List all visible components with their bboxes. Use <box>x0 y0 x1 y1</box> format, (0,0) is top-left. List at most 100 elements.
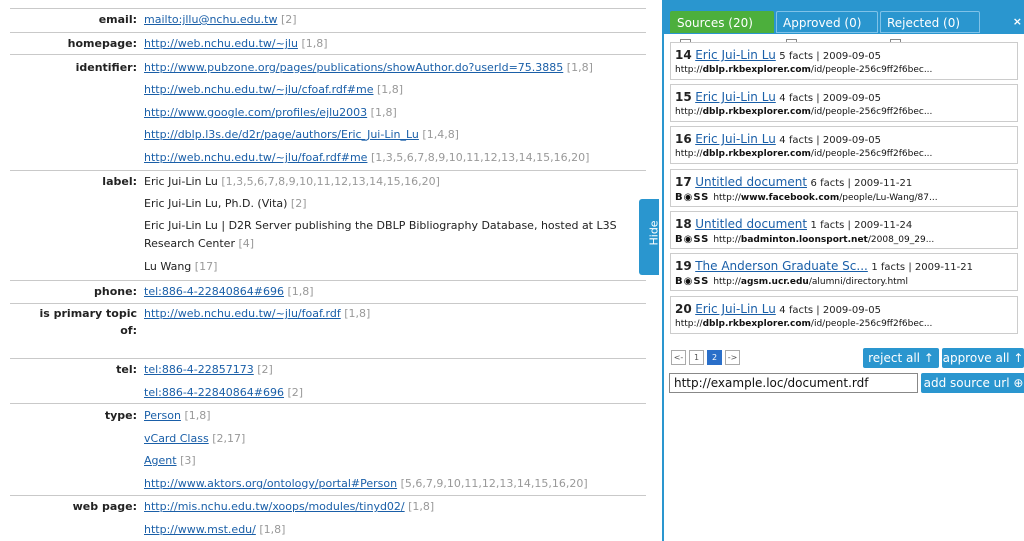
tab-rejected-label: Rejected <box>887 16 940 30</box>
source-title-link[interactable]: Eric Jui-Lin Lu <box>695 90 776 104</box>
type-link[interactable]: vCard Class <box>144 432 209 445</box>
row-tel: tel: tel:886-4-22857173 [2] tel:886-4-22… <box>10 358 646 404</box>
ref: [1,8] <box>287 285 314 298</box>
ref: [1,8] <box>259 523 286 536</box>
source-title-link[interactable]: Untitled document <box>695 175 807 189</box>
properties-table: email: mailto:jllu@nchu.edu.tw [2] homep… <box>0 0 660 541</box>
tel-key: tel: <box>116 363 137 376</box>
ref: [3] <box>180 454 196 467</box>
page-next-button[interactable]: -> <box>725 350 740 365</box>
source-item[interactable]: 19 The Anderson Graduate Sc... 1 facts |… <box>670 253 1018 291</box>
email-key: email: <box>98 13 137 26</box>
ref: [2] <box>257 363 273 376</box>
hide-label: Hide <box>647 220 661 246</box>
source-url: B◉SS http://www.facebook.com/people/Lu-Wa… <box>675 192 938 203</box>
sources-panel: Sources (20) Approved (0) Rejected (0) ×… <box>662 0 1024 541</box>
ref: [1,8] <box>566 61 593 74</box>
ref: [5,6,7,9,10,11,12,13,14,15,16,20] <box>400 477 588 490</box>
ref: [2,17] <box>212 432 246 445</box>
source-item[interactable]: 15 Eric Jui-Lin Lu 4 facts | 2009-09-05 … <box>670 84 1018 122</box>
tab-approved-label: Approved <box>783 16 841 30</box>
source-title-link[interactable]: The Anderson Graduate Sc... <box>695 259 868 273</box>
tab-sources[interactable]: Sources (20) <box>670 11 774 58</box>
web-page-key: web page: <box>72 500 137 513</box>
tab-sources-label: Sources <box>677 16 725 30</box>
ref: [1,8] <box>344 307 371 320</box>
panel-tab-bar: Sources (20) Approved (0) Rejected (0) × <box>664 0 1024 58</box>
source-item[interactable]: 16 Eric Jui-Lin Lu 4 facts | 2009-09-05 … <box>670 126 1018 164</box>
source-facts: 4 facts | 2009-09-05 <box>779 93 881 104</box>
row-identifier: identifier: http://www.pubzone.org/pages… <box>10 54 646 171</box>
source-url: http://dblp.rkbexplorer.com/id/people-25… <box>675 107 933 117</box>
identifier-link[interactable]: http://www.pubzone.org/pages/publication… <box>144 61 563 74</box>
source-facts: 1 facts | 2009-11-21 <box>871 262 973 273</box>
source-title-link[interactable]: Eric Jui-Lin Lu <box>695 132 776 146</box>
page-2-button[interactable]: 2 <box>707 350 722 365</box>
source-title-link[interactable]: Eric Jui-Lin Lu <box>695 302 776 316</box>
ref: [1,8] <box>370 106 397 119</box>
approve-all-button[interactable]: approve all ↑ <box>942 348 1024 368</box>
tab-approved[interactable]: Approved (0) <box>776 11 878 58</box>
source-item[interactable]: 17 Untitled document 6 facts | 2009-11-2… <box>670 169 1018 207</box>
ref: [1,3,5,6,7,8,9,10,11,12,13,14,15,16,20] <box>221 175 440 188</box>
boss-logo-icon: B◉SS <box>675 276 710 287</box>
source-facts: 4 facts | 2009-09-05 <box>779 135 881 146</box>
primary-topic-link[interactable]: http://web.nchu.edu.tw/~jlu/foaf.rdf <box>144 307 341 320</box>
homepage-link[interactable]: http://web.nchu.edu.tw/~jlu <box>144 37 298 50</box>
page-1-button[interactable]: 1 <box>689 350 704 365</box>
tab-rejected[interactable]: Rejected (0) <box>880 11 980 50</box>
identifier-link[interactable]: http://web.nchu.edu.tw/~jlu/foaf.rdf#me <box>144 151 367 164</box>
row-homepage: homepage: http://web.nchu.edu.tw/~jlu [1… <box>10 32 646 55</box>
row-type: type: Person [1,8] vCard Class [2,17] Ag… <box>10 403 646 496</box>
source-url: B◉SS http://badminton.loonsport.net/2008_… <box>675 234 935 245</box>
source-number: 18 <box>675 217 692 231</box>
source-item[interactable]: 20 Eric Jui-Lin Lu 4 facts | 2009-09-05 … <box>670 296 1018 334</box>
reject-all-button[interactable]: reject all ↑ <box>863 348 939 368</box>
row-label: label: Eric Jui-Lin Lu [1,3,5,6,7,8,9,10… <box>10 170 646 281</box>
phone-link[interactable]: tel:886-4-22840864#696 <box>144 285 284 298</box>
label-value: Eric Jui-Lin Lu | D2R Server publishing … <box>144 219 617 232</box>
tel-link[interactable]: tel:886-4-22857173 <box>144 363 254 376</box>
label-value: Lu Wang <box>144 260 192 273</box>
email-link[interactable]: mailto:jllu@nchu.edu.tw <box>144 13 277 26</box>
ref: [1,4,8] <box>422 128 459 141</box>
label-value: Research Center <box>144 237 235 250</box>
source-title-link[interactable]: Untitled document <box>695 217 807 231</box>
ref: [17] <box>194 260 218 273</box>
ref: [4] <box>238 237 255 250</box>
tab-rejected-count: (0) <box>943 16 961 30</box>
tab-sources-count: (20) <box>728 16 753 30</box>
close-icon[interactable]: × <box>1013 15 1022 28</box>
type-key: type: <box>104 409 137 422</box>
ref: [1,3,5,6,7,8,9,10,11,12,13,14,15,16,20] <box>370 151 590 164</box>
web-page-link[interactable]: http://mis.nchu.edu.tw/xoops/modules/tin… <box>144 500 405 513</box>
identifier-link[interactable]: http://www.google.com/profiles/ejlu2003 <box>144 106 367 119</box>
ref: [2] <box>290 197 307 210</box>
source-url-input[interactable] <box>669 373 918 393</box>
type-link[interactable]: Person <box>144 409 181 422</box>
homepage-key: homepage: <box>67 37 137 50</box>
source-facts: 4 facts | 2009-09-05 <box>779 305 881 316</box>
identifier-link[interactable]: http://dblp.l3s.de/d2r/page/authors/Eric… <box>144 128 419 141</box>
label-key: label: <box>102 175 137 188</box>
source-number: 15 <box>675 90 692 104</box>
ref: [1,8] <box>408 500 435 513</box>
hide-panel-tab[interactable]: Hide <box>639 199 661 275</box>
web-page-link[interactable]: http://www.mst.edu/ <box>144 523 256 536</box>
type-link[interactable]: Agent <box>144 454 177 467</box>
source-facts: 1 facts | 2009-11-24 <box>810 220 913 231</box>
identifier-key: identifier: <box>75 61 137 74</box>
tel-link[interactable]: tel:886-4-22840864#696 <box>144 386 284 399</box>
type-link[interactable]: http://www.aktors.org/ontology/portal#Pe… <box>144 477 397 490</box>
source-url: B◉SS http://agsm.ucr.edu/alumni/directory… <box>675 276 908 287</box>
identifier-link[interactable]: http://web.nchu.edu.tw/~jlu/cfoaf.rdf#me <box>144 83 374 96</box>
ref: [1,8] <box>184 409 211 422</box>
source-number: 17 <box>675 175 692 189</box>
source-item[interactable]: 18 Untitled document 1 facts | 2009-11-2… <box>670 211 1018 249</box>
source-item[interactable]: 14 Eric Jui-Lin Lu 5 facts | 2009-09-05 … <box>670 42 1018 80</box>
ref: [1,8] <box>377 83 404 96</box>
add-source-url-button[interactable]: add source url ⊕ <box>921 373 1024 393</box>
source-title-link[interactable]: Eric Jui-Lin Lu <box>695 48 776 62</box>
page-prev-button[interactable]: <- <box>671 350 686 365</box>
boss-logo-icon: B◉SS <box>675 192 710 203</box>
